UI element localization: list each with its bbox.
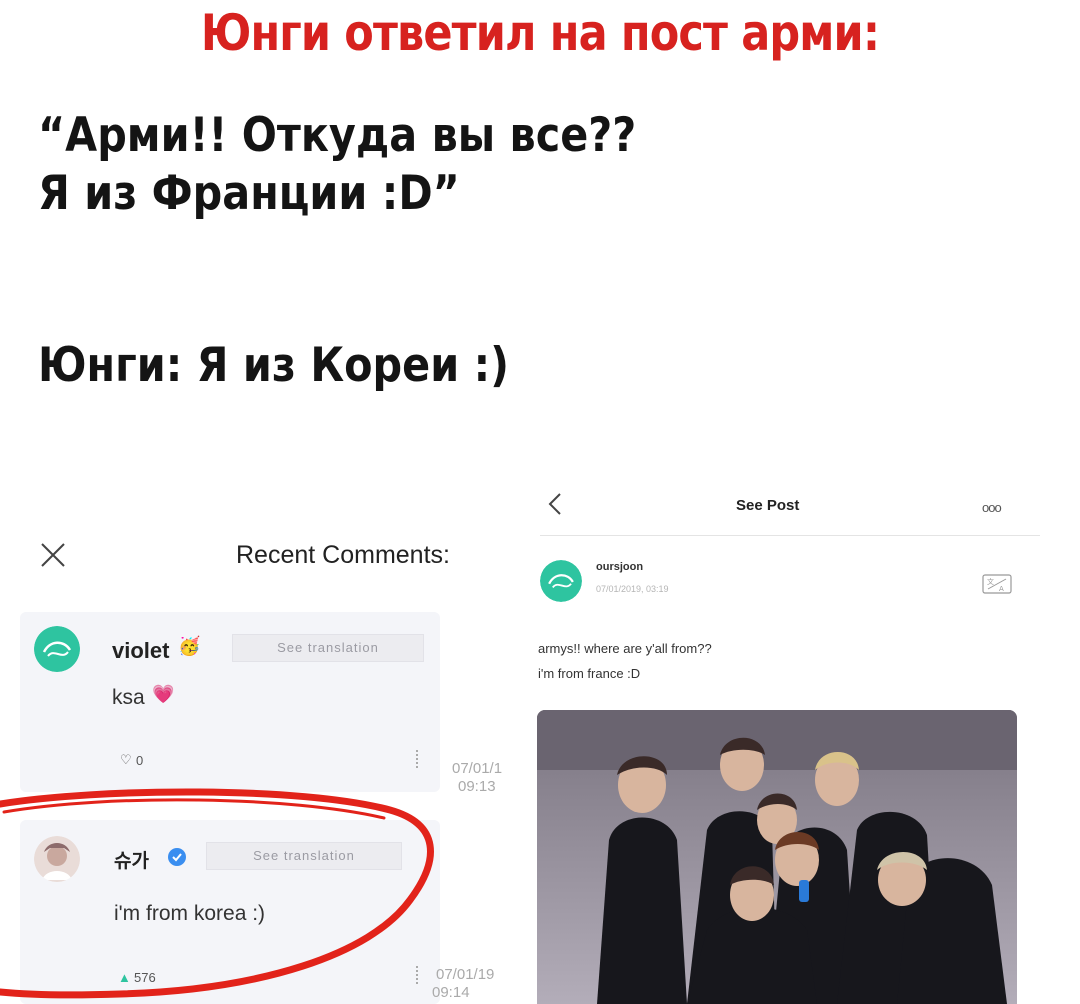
close-icon[interactable]: [36, 538, 70, 572]
like-count: 576: [134, 970, 156, 985]
quote-line-2: Я из Франции :D”: [38, 166, 460, 221]
quote-line-3: Юнги: Я из Кореи :): [38, 338, 510, 393]
comment-username[interactable]: violet: [112, 638, 169, 664]
post-photo[interactable]: [537, 710, 1017, 1004]
comment-username[interactable]: 슈가: [114, 846, 149, 873]
comment-menu-icon[interactable]: [416, 966, 419, 984]
header-divider: [540, 535, 1040, 536]
comment-card: violet 🥳 See translation ksa 💗 ♡ 0: [20, 612, 440, 792]
comment-text: i'm from korea :): [114, 902, 266, 925]
post-text-line-1: armys!! where are y'all from??: [538, 641, 712, 656]
comment-date: 07/01/19: [436, 966, 495, 983]
avatar[interactable]: [34, 626, 80, 672]
party-emoji: 🥳: [178, 636, 201, 656]
comment-text: ksa: [112, 686, 145, 709]
headline: Юнги ответил на пост арми:: [200, 4, 880, 62]
recent-comments-title: Recent Comments:: [236, 541, 450, 569]
post-username[interactable]: oursjoon: [596, 561, 643, 573]
post-text-line-2: i'm from france :D: [538, 666, 641, 681]
avatar[interactable]: [34, 836, 80, 882]
see-translation-button[interactable]: See translation: [232, 634, 424, 662]
more-options-icon[interactable]: ooo: [982, 500, 1002, 515]
heart-emoji: 💗: [152, 684, 175, 704]
see-translation-button[interactable]: See translation: [206, 842, 402, 870]
comment-time: 09:14: [432, 984, 470, 1001]
verified-icon: [168, 848, 186, 866]
comment-date: 07/01/1: [452, 760, 503, 777]
avatar[interactable]: [540, 560, 582, 602]
like-icon[interactable]: ▲: [118, 970, 131, 985]
see-post-title: See Post: [736, 497, 800, 514]
back-icon[interactable]: [546, 490, 564, 518]
like-icon[interactable]: ♡: [120, 752, 132, 768]
svg-text:文: 文: [987, 577, 994, 586]
comment-time: 09:13: [458, 778, 496, 795]
comment-card: 슈가 See translation i'm from korea :) ▲ 5…: [20, 820, 440, 1004]
svg-text:A: A: [999, 585, 1004, 593]
translate-icon[interactable]: 文 A: [982, 574, 1012, 594]
post-timestamp: 07/01/2019, 03:19: [596, 584, 669, 594]
quote-line-1: “Арми!! Откуда вы все??: [38, 108, 637, 163]
comment-menu-icon[interactable]: [416, 750, 419, 768]
like-count: 0: [136, 753, 144, 768]
